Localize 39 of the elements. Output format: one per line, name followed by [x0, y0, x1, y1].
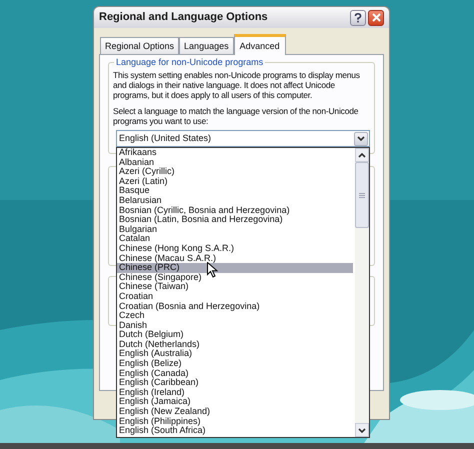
tab[interactable]: Languages	[179, 37, 234, 54]
list-item[interactable]: Chinese (Hong Kong S.A.R.)	[117, 244, 353, 254]
prompt-text: Select a language to match the language version of the non-Unicode programs you want to use:	[113, 106, 360, 126]
list-item[interactable]: Dutch (Belgium)	[117, 330, 353, 340]
list-item[interactable]: English (Caribbean)	[117, 378, 353, 388]
list-item[interactable]: Chinese (Macau S.A.R.)	[117, 254, 353, 264]
list-item[interactable]: Catalan	[117, 234, 353, 244]
group-title: Language for non-Unicode programs	[114, 57, 266, 68]
tab[interactable]: Advanced	[234, 34, 286, 55]
list-item[interactable]: English (South Africa)	[117, 426, 353, 436]
list-item[interactable]: Chinese (Taiwan)	[117, 282, 353, 292]
list-item[interactable]: Croatian	[117, 292, 353, 302]
list-item[interactable]: Czech	[117, 311, 353, 321]
list-item[interactable]: English (Australia)	[117, 349, 353, 360]
list-item[interactable]: Bosnian (Latin, Bosnia and Herzegovina)	[117, 215, 353, 225]
list-item[interactable]: Dutch (Netherlands)	[117, 340, 353, 350]
dropdown-value: English (United States)	[119, 133, 212, 144]
description-text: This system setting enables non-Unicode programs to display menus and dialogs in their native language. It does not affect Unicode programs, but it does apply to all users of this computer.	[113, 70, 361, 100]
list-item[interactable]: Croatian (Bosnia and Herzegovina)	[117, 302, 353, 312]
window-title: Regional and Language Options	[99, 10, 268, 26]
list-item[interactable]: English (Jamaica)	[117, 397, 353, 408]
language-dropdown[interactable]: English (United States)	[116, 130, 370, 147]
tab[interactable]: Regional Options	[100, 37, 180, 54]
list-item[interactable]: English (Ireland)	[117, 388, 353, 398]
list-item[interactable]: Bosnian (Cyrillic, Bosnia and Herzegovina)	[117, 206, 353, 216]
list-item[interactable]: Azeri (Cyrillic)	[117, 167, 353, 177]
list-item[interactable]: English (Canada)	[117, 368, 353, 378]
list-item[interactable]: Basque	[117, 186, 353, 196]
list-item[interactable]: Azeri (Latin)	[117, 176, 353, 186]
list-item[interactable]: Afrikaans	[117, 148, 353, 158]
list-item[interactable]: English (New Zealand)	[117, 407, 353, 417]
list-item[interactable]: Albanian	[117, 158, 353, 168]
list-item[interactable]: Danish	[117, 320, 353, 330]
list-item[interactable]: Bulgarian	[117, 224, 353, 234]
list-item[interactable]: Chinese (Singapore)	[117, 272, 353, 282]
list-item[interactable]: English (Belize)	[117, 359, 353, 369]
list-item[interactable]: Chinese (PRC)	[117, 263, 353, 273]
list-item[interactable]: English (Philippines)	[117, 416, 353, 426]
list-item[interactable]: Belarusian	[117, 196, 353, 206]
